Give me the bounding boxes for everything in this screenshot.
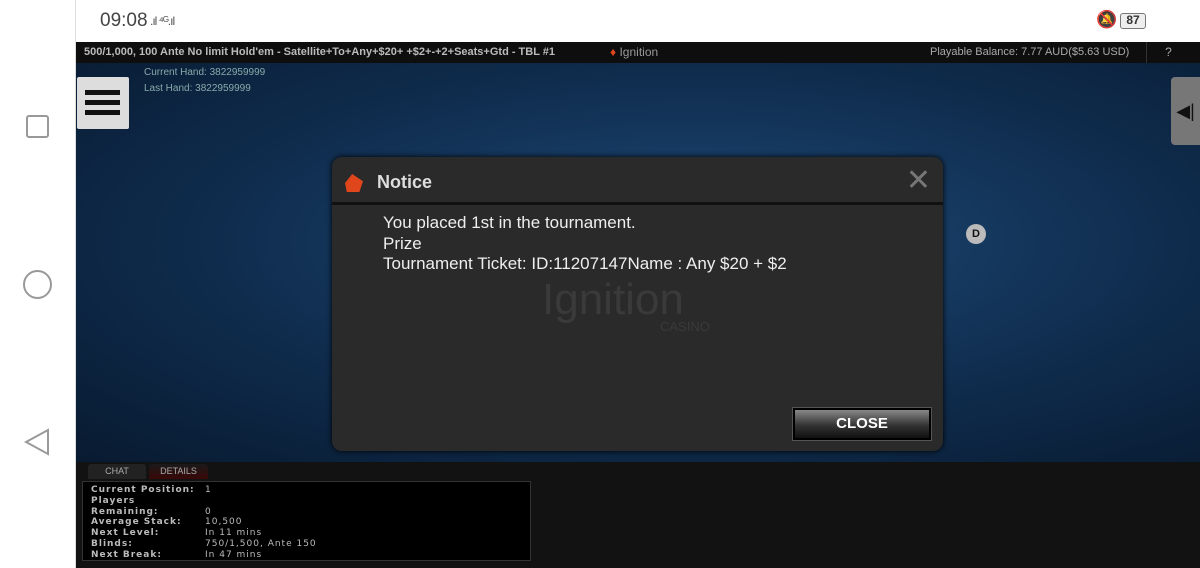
dealer-button: D bbox=[966, 224, 986, 244]
message-line: Tournament Ticket: ID:11207147Name : Any… bbox=[383, 254, 787, 273]
ignition-logo: ♦ Ignition bbox=[610, 45, 659, 59]
current-hand: Current Hand: 3822959999 bbox=[144, 67, 266, 78]
bottom-panel: CHAT DETAILS Current Position: 1 Players … bbox=[76, 462, 1200, 568]
clock: 09:08 bbox=[100, 10, 148, 31]
table-title-bar: 500/1,000, 100 Ante No limit Hold'em - S… bbox=[76, 42, 1200, 63]
detail-row: Blinds: 750/1,500, Ante 150 bbox=[91, 538, 317, 549]
close-button[interactable]: CLOSE bbox=[792, 407, 932, 441]
ignition-watermark: Ignition CASINO bbox=[542, 275, 710, 334]
detail-row: Next Level: In 11 mins bbox=[91, 528, 263, 539]
android-nav-bar bbox=[0, 0, 76, 568]
table-name: 500/1,000, 100 Ante No limit Hold'em - S… bbox=[84, 46, 556, 58]
dialog-header: Notice ✕ bbox=[332, 157, 943, 205]
tab-chat[interactable]: CHAT bbox=[88, 464, 146, 479]
tab-details[interactable]: DETAILS bbox=[149, 464, 208, 479]
battery-icon: 87 bbox=[1120, 13, 1146, 29]
home-button[interactable] bbox=[23, 270, 52, 299]
menu-button[interactable] bbox=[77, 77, 129, 129]
dialog-body: You placed 1st in the tournament. Prize … bbox=[332, 205, 943, 275]
message-line: You placed 1st in the tournament. bbox=[383, 213, 636, 232]
help-button[interactable]: ? bbox=[1146, 42, 1190, 63]
back-button[interactable] bbox=[24, 428, 50, 456]
message-line: Prize bbox=[383, 233, 422, 253]
playable-balance: Playable Balance: 7.77 AUD($5.63 USD) bbox=[930, 46, 1130, 58]
detail-row: Players Remaining: 0 bbox=[91, 495, 212, 517]
details-panel: Current Position: 1 Players Remaining: 0 A… bbox=[82, 481, 531, 561]
detail-row: Next Break: In 47 mins bbox=[91, 549, 263, 560]
detail-row: Current Position: 1 bbox=[91, 485, 212, 495]
recent-apps-button[interactable] bbox=[26, 115, 49, 138]
close-icon[interactable]: ✕ bbox=[906, 163, 931, 198]
side-panel-toggle[interactable]: ◀| bbox=[1171, 77, 1200, 145]
dialog-title: Notice bbox=[377, 172, 433, 192]
detail-row: Average Stack: 10,500 bbox=[91, 517, 243, 528]
status-bar: 09:08 .ıl ⁴ᴳ.ıl 🔕 87 bbox=[76, 0, 1200, 42]
help-icon: ? bbox=[1165, 45, 1172, 59]
signal-icon: .ıl ⁴ᴳ.ıl bbox=[150, 14, 175, 28]
ignition-flame-icon bbox=[345, 174, 363, 192]
notice-dialog: Notice ✕ Ignition CASINO You placed 1st i… bbox=[332, 157, 943, 451]
last-hand: Last Hand: 3822959999 bbox=[144, 83, 251, 94]
bell-muted-icon: 🔕 bbox=[1096, 10, 1118, 29]
